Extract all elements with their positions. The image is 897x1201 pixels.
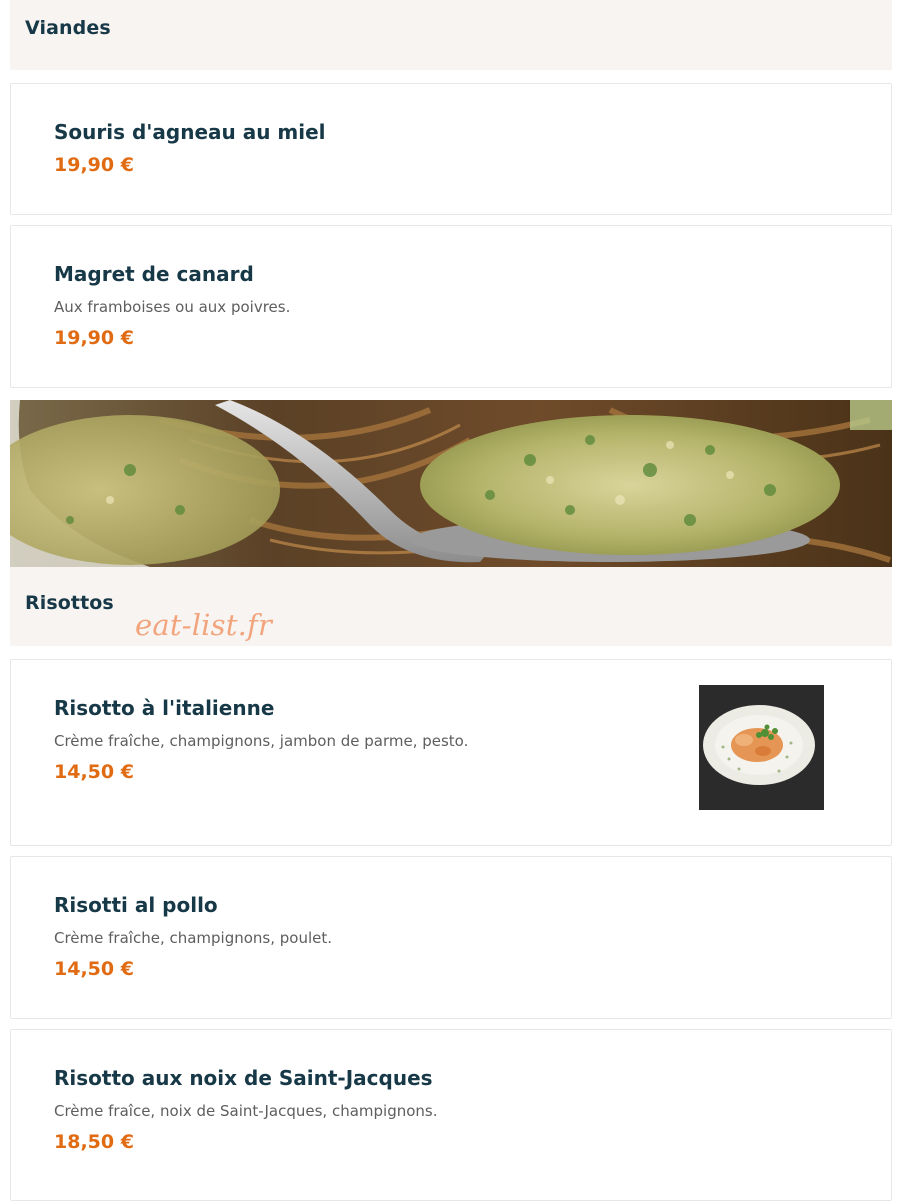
- risotto-spoon-icon: [10, 400, 892, 567]
- dish-thumbnail[interactable]: [699, 685, 824, 810]
- risotto-banner-image: [10, 400, 892, 567]
- menu-item-card[interactable]: Risotto à l'italienne Crème fraîche, cha…: [10, 659, 892, 846]
- menu-item-card[interactable]: Risotti al pollo Crème fraîche, champign…: [10, 856, 892, 1019]
- item-price: 19,90 €: [54, 154, 134, 176]
- risotto-plate-icon: [699, 685, 824, 810]
- item-name: Risotti al pollo: [54, 893, 218, 917]
- item-name: Souris d'agneau au miel: [54, 120, 326, 144]
- item-description: Crème fraîce, noix de Saint-Jacques, cha…: [54, 1102, 438, 1120]
- item-description: Crème fraîche, champignons, poulet.: [54, 929, 333, 947]
- item-name: Risotto aux noix de Saint-Jacques: [54, 1066, 433, 1090]
- item-price: 14,50 €: [54, 958, 134, 980]
- item-price: 14,50 €: [54, 761, 134, 783]
- menu-item-card[interactable]: Risotto aux noix de Saint-Jacques Crème …: [10, 1029, 892, 1201]
- item-price: 18,50 €: [54, 1131, 134, 1153]
- section-title-viandes: Viandes: [25, 17, 111, 39]
- watermark: eat-list.fr: [135, 608, 273, 642]
- menu-item-card[interactable]: Magret de canard Aux framboises ou aux p…: [10, 225, 892, 388]
- menu-item-card[interactable]: Souris d'agneau au miel 19,90 €: [10, 83, 892, 215]
- section-header-viandes: Viandes: [10, 0, 892, 70]
- item-name: Risotto à l'italienne: [54, 696, 275, 720]
- item-name: Magret de canard: [54, 262, 254, 286]
- item-price: 19,90 €: [54, 327, 134, 349]
- item-description: Crème fraîche, champignons, jambon de pa…: [54, 732, 469, 750]
- section-title-risottos: Risottos: [25, 592, 114, 614]
- item-description: Aux framboises ou aux poivres.: [54, 298, 291, 316]
